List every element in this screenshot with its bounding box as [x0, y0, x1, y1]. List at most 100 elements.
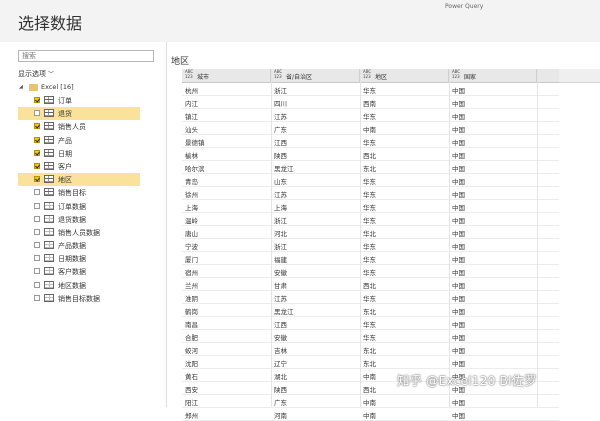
folder-icon — [29, 84, 38, 91]
table-cell: 江西 — [274, 139, 287, 147]
navigator-item[interactable]: 地区数据 — [18, 279, 140, 292]
navigator-item[interactable]: 销售目标 — [18, 186, 140, 199]
table-cell: 中国 — [452, 126, 465, 134]
table-cell: 中国 — [452, 165, 465, 173]
table-row: 内江 四川 西南 中国 — [182, 96, 559, 109]
display-options-button[interactable]: 显示选项 ﹀ — [18, 69, 54, 79]
table-icon — [44, 188, 54, 197]
item-checkbox[interactable] — [34, 242, 40, 249]
table-cell: 徐州 — [185, 191, 198, 199]
navigator-item[interactable]: 销售目标数据 — [18, 292, 140, 305]
table-icon — [44, 96, 54, 104]
navigator-item[interactable]: 客户 — [18, 160, 140, 173]
table-cell: 中国 — [452, 295, 465, 303]
navigator-item[interactable]: 销售人员数据 — [18, 226, 140, 239]
table-cell: 中国 — [452, 282, 465, 290]
table-cell: 华东 — [363, 217, 376, 225]
table-cell: 中南 — [363, 399, 376, 407]
column-header[interactable]: ABC 123 省/自治区 — [271, 69, 360, 82]
table-cell: 广东 — [274, 399, 287, 407]
navigator-item[interactable]: 客户数据 — [18, 265, 140, 278]
navigator-item[interactable]: 退货数据 — [18, 213, 140, 226]
table-cell: 中国 — [452, 204, 465, 212]
table-cell: 西南 — [363, 100, 376, 108]
column-header[interactable]: ABC 123 地区 — [360, 69, 449, 82]
item-checkbox[interactable] — [34, 294, 40, 301]
table-row: 温岭 浙江 华东 中国 — [182, 213, 559, 226]
sheet-icon — [44, 254, 54, 263]
table-cell: 华北 — [363, 230, 376, 238]
column-header[interactable]: ABC 123 城市 — [182, 69, 271, 82]
table-cell: 唐山 — [185, 230, 198, 238]
column-type-icon: ABC 123 — [363, 69, 372, 79]
table-cell: 华东 — [363, 139, 376, 147]
item-checkbox[interactable] — [34, 136, 40, 143]
item-checkbox[interactable] — [34, 110, 40, 117]
item-checkbox[interactable] — [34, 281, 40, 288]
item-checkbox[interactable] — [34, 149, 40, 156]
title-bar: 选择数据 Power Query — [0, 0, 600, 42]
table-icon — [44, 148, 54, 157]
navigator-item[interactable]: 日期数据 — [18, 252, 140, 265]
preview-table: ABC 123 城市 ABC 123 省/自治区 ABC 123 地区 ABC 123 国家 … — [182, 69, 559, 421]
table-cell: 蛟河 — [185, 347, 198, 355]
table-icon — [44, 109, 54, 118]
navigator-item[interactable]: 退货 — [18, 107, 140, 121]
navigator-item-label: 订单数据 — [58, 202, 86, 211]
item-checkbox[interactable] — [34, 162, 40, 169]
navigator-tree: ◢ Excel [16] 订单 退货 销售人员 产品 日期 客户 地区 销售目标订单数据退货数… — [18, 82, 166, 305]
item-checkbox[interactable] — [34, 123, 40, 130]
item-checkbox[interactable] — [34, 215, 40, 222]
navigator-item[interactable]: 产品数据 — [18, 239, 140, 252]
table-row: 杭州 浙江 华东 中国 — [182, 83, 559, 96]
item-checkbox[interactable] — [34, 228, 40, 235]
navigator-item[interactable]: 订单 — [18, 94, 140, 107]
table-cell: 杭州 — [185, 87, 198, 95]
item-checkbox[interactable] — [34, 176, 40, 183]
chevron-down-icon: ﹀ — [48, 71, 55, 78]
table-cell: 中国 — [452, 347, 465, 355]
sheet-icon — [44, 280, 54, 289]
item-checkbox[interactable] — [34, 202, 40, 209]
column-divider — [360, 69, 361, 407]
table-row: 上海 上海 华东 中国 — [182, 200, 559, 213]
item-checkbox[interactable] — [34, 255, 40, 262]
table-cell: 华东 — [363, 87, 376, 95]
table-row: 合肥 安徽 华东 中国 — [182, 330, 559, 343]
table-cell: 福建 — [274, 256, 287, 264]
navigator-item[interactable]: 地区 — [18, 173, 140, 187]
table-row: 淮阴 江苏 华东 中国 — [182, 291, 559, 304]
table-cell: 上海 — [274, 204, 287, 212]
table-cell: 中国 — [452, 243, 465, 251]
table-cell: 沈阳 — [185, 360, 198, 368]
table-cell: 郑州 — [185, 412, 198, 420]
table-row: 兰州 甘肃 西北 中国 — [182, 278, 559, 291]
column-header[interactable]: ABC 123 国家 — [449, 69, 537, 82]
navigator-item-label: 日期数据 — [58, 255, 86, 264]
table-cell: 华东 — [363, 334, 376, 342]
navigator-item[interactable]: 产品 — [18, 134, 140, 147]
table-cell: 江苏 — [274, 113, 287, 121]
watermark: 知乎 @Excel120 BI佐罗 — [397, 373, 537, 388]
tree-root-excel[interactable]: ◢ Excel [16] — [18, 82, 166, 94]
table-cell: 辽宁 — [274, 360, 287, 368]
item-checkbox[interactable] — [34, 268, 40, 275]
sheet-icon — [44, 214, 54, 223]
navigator-item[interactable]: 日期 — [18, 147, 140, 160]
table-cell: 华东 — [363, 256, 376, 264]
sheet-icon — [44, 293, 54, 302]
expand-triangle-icon[interactable]: ◢ — [19, 84, 23, 90]
item-checkbox[interactable] — [34, 97, 40, 103]
table-cell: 浙江 — [274, 87, 287, 95]
table-cell: 吉林 — [274, 347, 287, 355]
navigator-item[interactable]: 订单数据 — [18, 200, 140, 213]
table-cell: 南昌 — [185, 321, 198, 329]
navigator-item-label: 退货数据 — [58, 215, 86, 224]
table-cell: 广东 — [274, 126, 287, 134]
table-cell: 四川 — [274, 100, 287, 108]
item-checkbox[interactable] — [34, 189, 40, 196]
column-type-icon: ABC 123 — [185, 69, 194, 79]
preview-title: 地区 — [171, 57, 190, 67]
navigator-item[interactable]: 销售人员 — [18, 120, 140, 133]
search-input[interactable]: 搜索 — [18, 50, 154, 62]
